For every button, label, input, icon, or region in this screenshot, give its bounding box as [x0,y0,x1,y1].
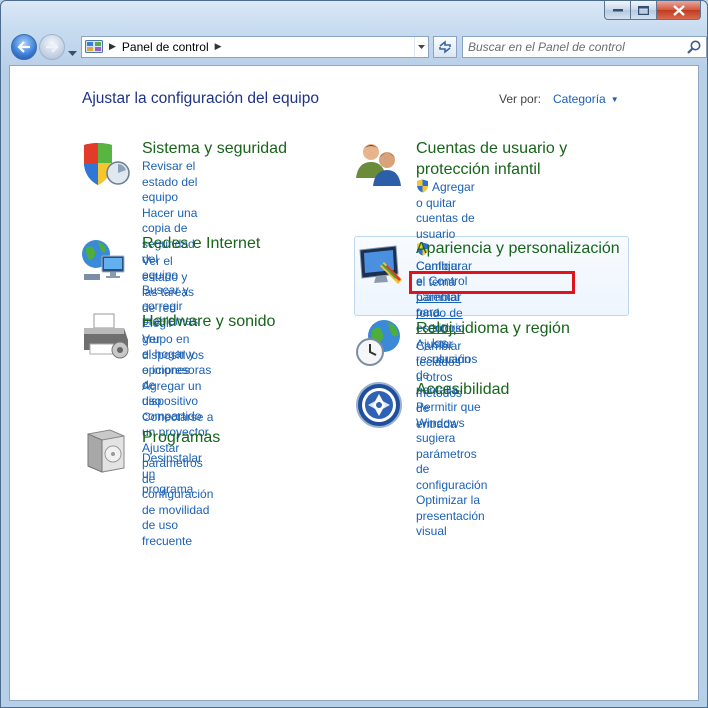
minimize-icon [612,9,623,12]
category-title-accessibility[interactable]: Accesibilidad [416,379,509,400]
forward-button[interactable] [39,34,65,60]
users-icon[interactable] [354,138,404,188]
view-by-dropdown[interactable]: Categoría ▼ [553,92,619,106]
annotation-highlight-box [409,271,575,294]
breadcrumb-separator-icon[interactable]: ▶ [215,42,222,52]
clock-globe-icon[interactable] [354,318,404,368]
refresh-arrows-icon [439,40,451,54]
link-uninstall-program[interactable]: Desinstalar un programa [142,451,202,498]
page-title: Ajustar la configuración del equipo [82,90,319,107]
content-pane: Ajustar la configuración del equipo Ver … [9,65,699,701]
view-by-label: Ver por: [499,92,542,106]
recent-pages-dropdown[interactable] [68,42,77,61]
back-button[interactable] [11,34,37,60]
minimize-button[interactable] [604,1,631,20]
chevron-down-icon: ▼ [610,95,619,104]
link-add-device[interactable]: Agregar un dispositivo [142,379,213,410]
chevron-down-icon [418,44,425,49]
search-box[interactable] [462,36,707,58]
control-panel-icon [85,40,103,53]
network-globe-icon[interactable] [80,236,130,286]
address-dropdown[interactable] [414,37,428,57]
address-bar[interactable]: ▶ Panel de control ▶ [81,36,429,58]
link-optimize-display[interactable]: Optimizar la presentación visual [416,493,487,540]
maximize-button[interactable] [631,1,657,20]
maximize-icon [638,5,649,15]
link-windows-suggest-cont[interactable]: parámetros de configuración [416,447,487,494]
category-title-programs[interactable]: Programas [142,427,220,448]
breadcrumb-control-panel[interactable]: Panel de control [122,40,209,54]
close-button[interactable] [657,1,701,20]
arrow-right-icon [46,41,59,53]
chevron-down-icon [68,51,77,56]
search-input[interactable] [463,38,686,56]
shield-computer-icon[interactable] [80,139,130,189]
printer-icon[interactable] [80,310,130,360]
category-links-programs: Desinstalar un programa [142,451,202,498]
view-by-value[interactable]: Categoría [553,92,606,106]
category-title-user-accounts-line2[interactable]: protección infantil [416,159,541,180]
category-title-clock-language[interactable]: Reloj, idioma y región [416,318,570,339]
link-review-status[interactable]: Revisar el estado del equipo [142,159,198,206]
link-network-status[interactable]: Ver el estado y las tareas de red [142,254,201,316]
breadcrumb-separator-icon[interactable]: ▶ [109,42,116,52]
link-add-remove-accounts[interactable]: Agregar o quitar cuentas de usuario [416,179,477,242]
link-windows-suggest[interactable]: Permitir que Windows sugiera [416,400,487,447]
link-mobility-settings-cont[interactable]: de movilidad de uso frecuente [142,503,213,550]
programs-box-icon[interactable] [80,424,130,474]
category-title-user-accounts[interactable]: Cuentas de usuario y [416,138,567,159]
navigation-bar: ▶ Panel de control ▶ [9,33,707,61]
category-links-accessibility: Permitir que Windows sugiera parámetros … [416,400,487,540]
refresh-button[interactable] [433,36,457,58]
accessibility-icon[interactable] [354,380,404,430]
uac-shield-icon [417,179,428,193]
search-icon[interactable] [686,39,702,55]
link-devices-printers[interactable]: Ver dispositivos e impresoras [142,332,213,379]
category-title-system-security[interactable]: Sistema y seguridad [142,138,287,159]
category-title-appearance[interactable]: Apariencia y personalización [416,238,620,259]
caption-buttons [604,1,701,20]
close-icon [672,4,685,16]
category-title-network[interactable]: Redes e Internet [142,233,260,254]
window-frame: ▶ Panel de control ▶ Ajustar la configur… [0,0,708,708]
category-title-hardware[interactable]: Hardware y sonido [142,311,275,332]
monitor-paint-icon[interactable] [356,242,406,292]
arrow-left-icon [17,41,30,53]
